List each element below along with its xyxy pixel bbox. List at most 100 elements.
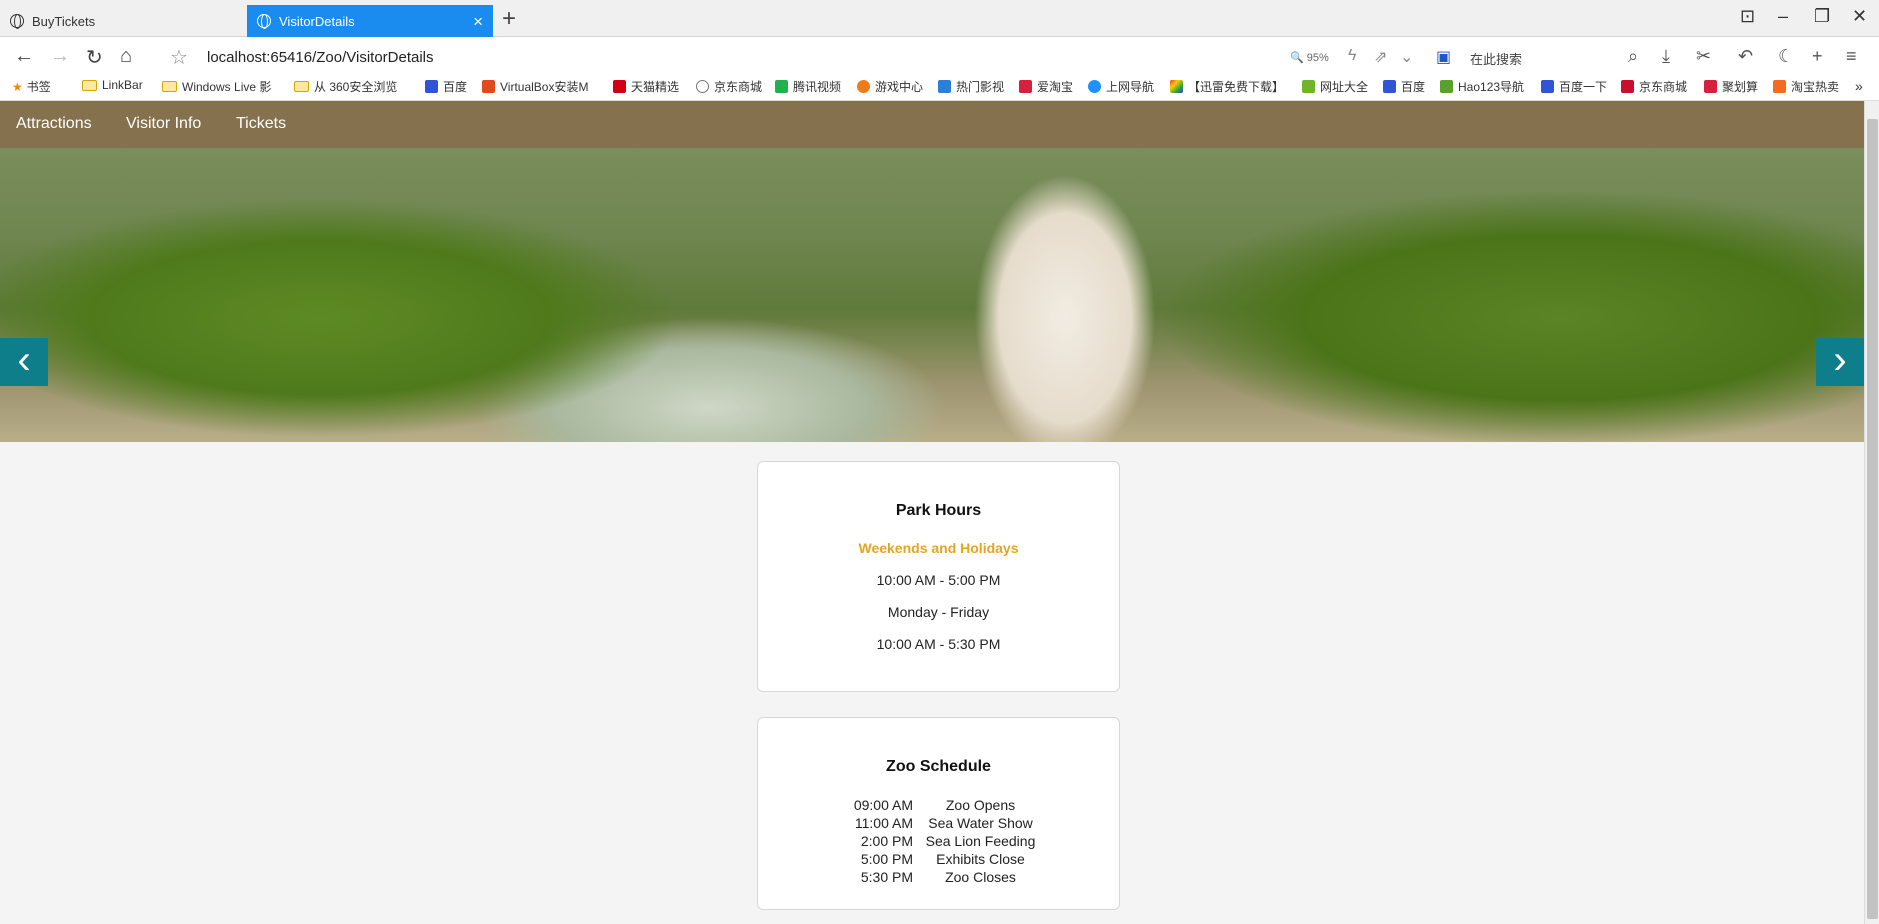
bookmark-label: 书签 — [26, 80, 51, 94]
hero-carousel-image: ‹ › — [0, 148, 1864, 442]
star-bookmark-icon[interactable]: ☆ — [170, 45, 188, 70]
folder-icon — [82, 79, 97, 91]
bookmark-item[interactable]: 京东商城 — [696, 78, 762, 95]
plus-icon[interactable]: + — [1812, 46, 1823, 67]
nav-visitor-info[interactable]: Visitor Info — [126, 115, 201, 133]
bookmark-item[interactable]: 爱淘宝 — [1019, 78, 1073, 95]
browser-tab-bar: BuyTickets VisitorDetails × + ⊡ – ❐ ✕ — [0, 0, 1879, 37]
bookmark-item[interactable]: 淘宝热卖 — [1773, 78, 1839, 95]
baidu-icon — [1383, 80, 1396, 93]
bookmark-item[interactable]: Hao123导航 — [1440, 78, 1524, 95]
video-icon — [938, 80, 951, 93]
tab-title: BuyTickets — [32, 13, 96, 29]
bookmark-label: VirtualBox安装M — [500, 80, 589, 94]
tab-title: VisitorDetails — [279, 13, 355, 29]
close-window-button[interactable]: ✕ — [1852, 6, 1867, 27]
globe-icon — [10, 14, 24, 29]
bookmark-item[interactable]: 百度一下 — [1541, 78, 1607, 95]
bookmark-item[interactable]: VirtualBox安装M — [482, 78, 588, 95]
weekend-hours: 10:00 AM - 5:00 PM — [876, 572, 1001, 588]
search-engine-icon[interactable]: ▣ — [1436, 47, 1451, 67]
bookmark-label: LinkBar — [102, 78, 143, 92]
bookmark-item[interactable]: 京东商城 — [1621, 78, 1687, 95]
home-button[interactable]: ⌂ — [120, 45, 132, 68]
bookmark-label: 【迅雷免费下载】 — [1188, 80, 1285, 94]
more-bookmarks-icon[interactable]: » — [1855, 78, 1863, 94]
bookmark-item[interactable]: 百度 — [1383, 78, 1425, 95]
nav-tickets[interactable]: Tickets — [236, 115, 286, 133]
bookmark-item[interactable]: 网址大全 — [1302, 78, 1368, 95]
lightning-icon[interactable]: ϟ — [1348, 47, 1356, 65]
bookmark-item[interactable]: 腾讯视频 — [775, 78, 841, 95]
url-field[interactable]: localhost:65416/Zoo/VisitorDetails — [207, 49, 434, 66]
carousel-next-button[interactable]: › — [1816, 338, 1864, 386]
bookmark-item[interactable]: 游戏中心 — [857, 78, 923, 95]
minimize-button[interactable]: – — [1778, 6, 1788, 27]
bookmark-item[interactable]: 热门影视 — [938, 78, 1004, 95]
zoo-schedule-title: Zoo Schedule — [886, 758, 991, 775]
bookmark-label: Hao123导航 — [1458, 80, 1525, 94]
chevron-down-icon[interactable]: ⌄ — [1400, 47, 1413, 67]
nav-attractions[interactable]: Attractions — [16, 115, 92, 133]
undo-icon[interactable]: ↶ — [1738, 46, 1753, 67]
bookmark-label: 京东商城 — [714, 80, 763, 94]
reload-button[interactable]: ↻ — [86, 45, 103, 70]
hao-icon — [1302, 80, 1315, 93]
scissors-icon[interactable]: ✂ — [1696, 46, 1711, 67]
new-tab-button[interactable]: + — [502, 6, 516, 32]
close-tab-icon[interactable]: × — [473, 13, 483, 30]
tab-buytickets[interactable]: BuyTickets — [0, 5, 246, 37]
carousel-prev-button[interactable]: ‹ — [0, 338, 48, 386]
bookmark-item[interactable]: 【迅雷免费下载】 — [1170, 78, 1284, 95]
bookmark-item[interactable]: ★ 书签 — [12, 78, 51, 95]
share-icon[interactable]: ⇗ — [1374, 47, 1387, 67]
bookmark-item[interactable]: 百度 — [425, 78, 467, 95]
bookmark-item[interactable]: 聚划算 — [1704, 78, 1758, 95]
schedule-time: 5:00 PM — [860, 851, 913, 867]
window-menu-icon[interactable]: ⊡ — [1740, 6, 1755, 27]
schedule-event: Sea Lion Feeding — [925, 833, 1036, 849]
bookmark-label: 网址大全 — [1320, 80, 1369, 94]
schedule-time: 2:00 PM — [860, 833, 913, 849]
bookmark-label: 天猫精选 — [631, 80, 680, 94]
juhuasuan-icon — [1704, 80, 1717, 93]
page-scrollbar[interactable] — [1864, 101, 1879, 924]
park-hours-card: Park Hours Weekends and Holidays 10:00 A… — [757, 461, 1120, 692]
bookmark-label: 上网导航 — [1106, 80, 1155, 94]
folder-icon — [294, 81, 309, 92]
search-input[interactable]: 在此搜索 — [1470, 49, 1522, 68]
schedule-event: Zoo Opens — [945, 797, 1016, 813]
tab-visitordetails[interactable]: VisitorDetails × — [247, 5, 493, 37]
menu-icon[interactable]: ≡ — [1846, 46, 1857, 67]
forward-button[interactable]: → — [50, 45, 70, 68]
bookmark-label: 腾讯视频 — [793, 80, 842, 94]
taobao-icon — [1773, 80, 1786, 93]
bookmark-item[interactable]: 天猫精选 — [613, 78, 679, 95]
restore-button[interactable]: ❐ — [1814, 6, 1830, 27]
bookmark-label: 淘宝热卖 — [1791, 80, 1840, 94]
schedule-time: 11:00 AM — [854, 815, 913, 831]
moon-icon[interactable]: ☾ — [1778, 46, 1794, 67]
hao123-icon — [1440, 80, 1453, 93]
bookmark-item[interactable]: LinkBar — [82, 78, 143, 92]
bookmark-item[interactable]: 上网导航 — [1088, 78, 1154, 95]
tencent-video-icon — [775, 80, 788, 93]
bookmark-item[interactable]: Windows Live 影 — [162, 78, 271, 95]
bookmark-label: 从 360安全浏览 — [314, 80, 398, 94]
schedule-time: 5:30 PM — [860, 869, 913, 885]
xunlei-icon — [1170, 80, 1183, 93]
back-button[interactable]: ← — [14, 45, 34, 68]
taobao-icon — [1019, 80, 1032, 93]
scrollbar-thumb[interactable] — [1867, 119, 1878, 919]
bookmark-label: 聚划算 — [1722, 80, 1759, 94]
bookmark-label: Windows Live 影 — [182, 80, 272, 94]
globe-icon — [696, 80, 709, 93]
bookmark-item[interactable]: 从 360安全浏览 — [294, 78, 397, 95]
search-icon[interactable]: ⌕ — [1628, 46, 1638, 67]
zoom-level[interactable]: 🔍 95% — [1290, 51, 1329, 64]
bookmark-label: 百度 — [443, 80, 468, 94]
site-nav: Attractions Visitor Info Tickets — [0, 101, 1864, 148]
download-icon[interactable]: ⤓ — [1662, 46, 1670, 67]
folder-icon — [162, 81, 177, 92]
schedule-event: Zoo Closes — [945, 869, 1016, 885]
